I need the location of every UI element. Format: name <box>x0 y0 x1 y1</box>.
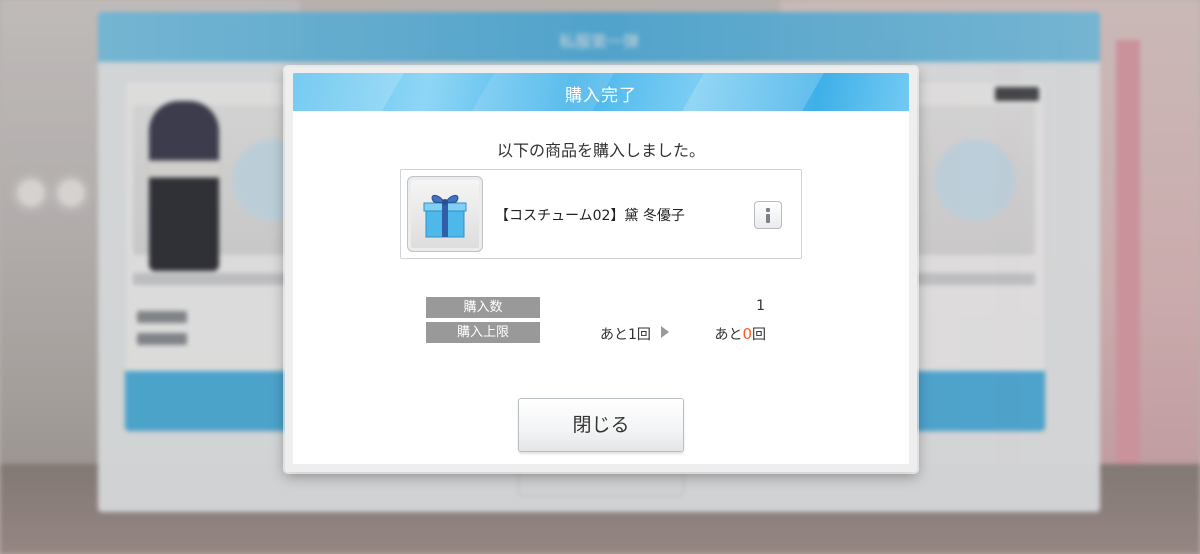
dialog-body: 以下の商品を購入しました。 【コスチューム02】黛 冬優子 購入数 1 購入上限… <box>293 111 909 464</box>
purchase-complete-dialog: 購入完了 以下の商品を購入しました。 【コスチューム02】黛 冬優子 購入数 1… <box>285 67 917 472</box>
item-thumbnail <box>407 176 483 252</box>
quantity-label: 購入数 <box>426 297 540 318</box>
arrow-right-icon <box>661 326 669 338</box>
gift-box-icon <box>423 194 467 238</box>
info-icon <box>766 208 770 212</box>
item-info-button[interactable] <box>754 201 782 229</box>
item-name: 【コスチューム02】黛 冬優子 <box>495 208 685 224</box>
limit-after-suffix: 回 <box>752 327 766 343</box>
info-icon <box>766 214 770 223</box>
purchased-item: 【コスチューム02】黛 冬優子 <box>400 169 802 259</box>
purchase-limit-label: 購入上限 <box>426 322 540 343</box>
purchase-message: 以下の商品を購入しました。 <box>496 141 705 160</box>
dialog-title: 購入完了 <box>565 86 637 106</box>
close-button[interactable]: 閉じる <box>518 398 684 452</box>
limit-before-value: あと1回 <box>600 327 651 343</box>
quantity-value: 1 <box>756 298 765 314</box>
limit-after-count: 0 <box>742 325 752 343</box>
limit-after-value: あと0回 <box>714 324 766 344</box>
limit-after-prefix: あと <box>714 327 743 343</box>
dialog-header: 購入完了 <box>293 73 909 111</box>
